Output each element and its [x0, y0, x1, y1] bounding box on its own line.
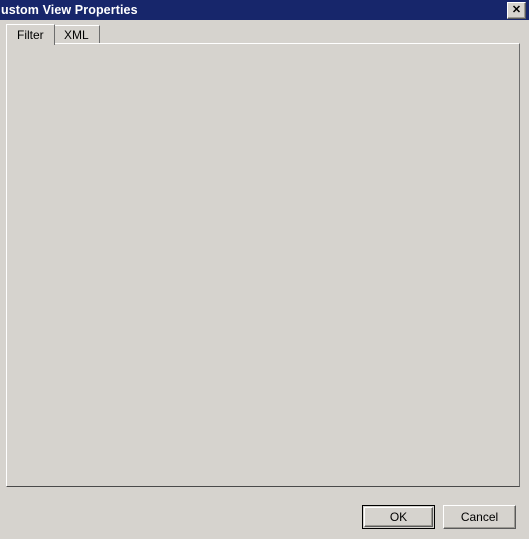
tab-xml-label: XML	[64, 28, 89, 42]
cancel-button[interactable]: Cancel	[443, 505, 516, 529]
tab-panel-seam	[7, 43, 47, 45]
window-title: ustom View Properties	[1, 3, 138, 17]
title-bar: ustom View Properties ✕	[0, 0, 529, 20]
tab-strip: Filter XML	[6, 24, 523, 45]
tab-filter-label: Filter	[17, 28, 44, 42]
filter-panel	[6, 43, 520, 487]
custom-view-properties-dialog: ustom View Properties ✕ Filter XML Logge…	[0, 0, 529, 539]
close-icon[interactable]: ✕	[507, 1, 526, 19]
tab-xml[interactable]: XML	[53, 25, 100, 44]
ok-button-label: OK	[389, 510, 408, 524]
tab-filter[interactable]: Filter	[6, 24, 55, 45]
ok-button[interactable]: OK	[362, 505, 435, 529]
cancel-button-label: Cancel	[460, 510, 499, 524]
